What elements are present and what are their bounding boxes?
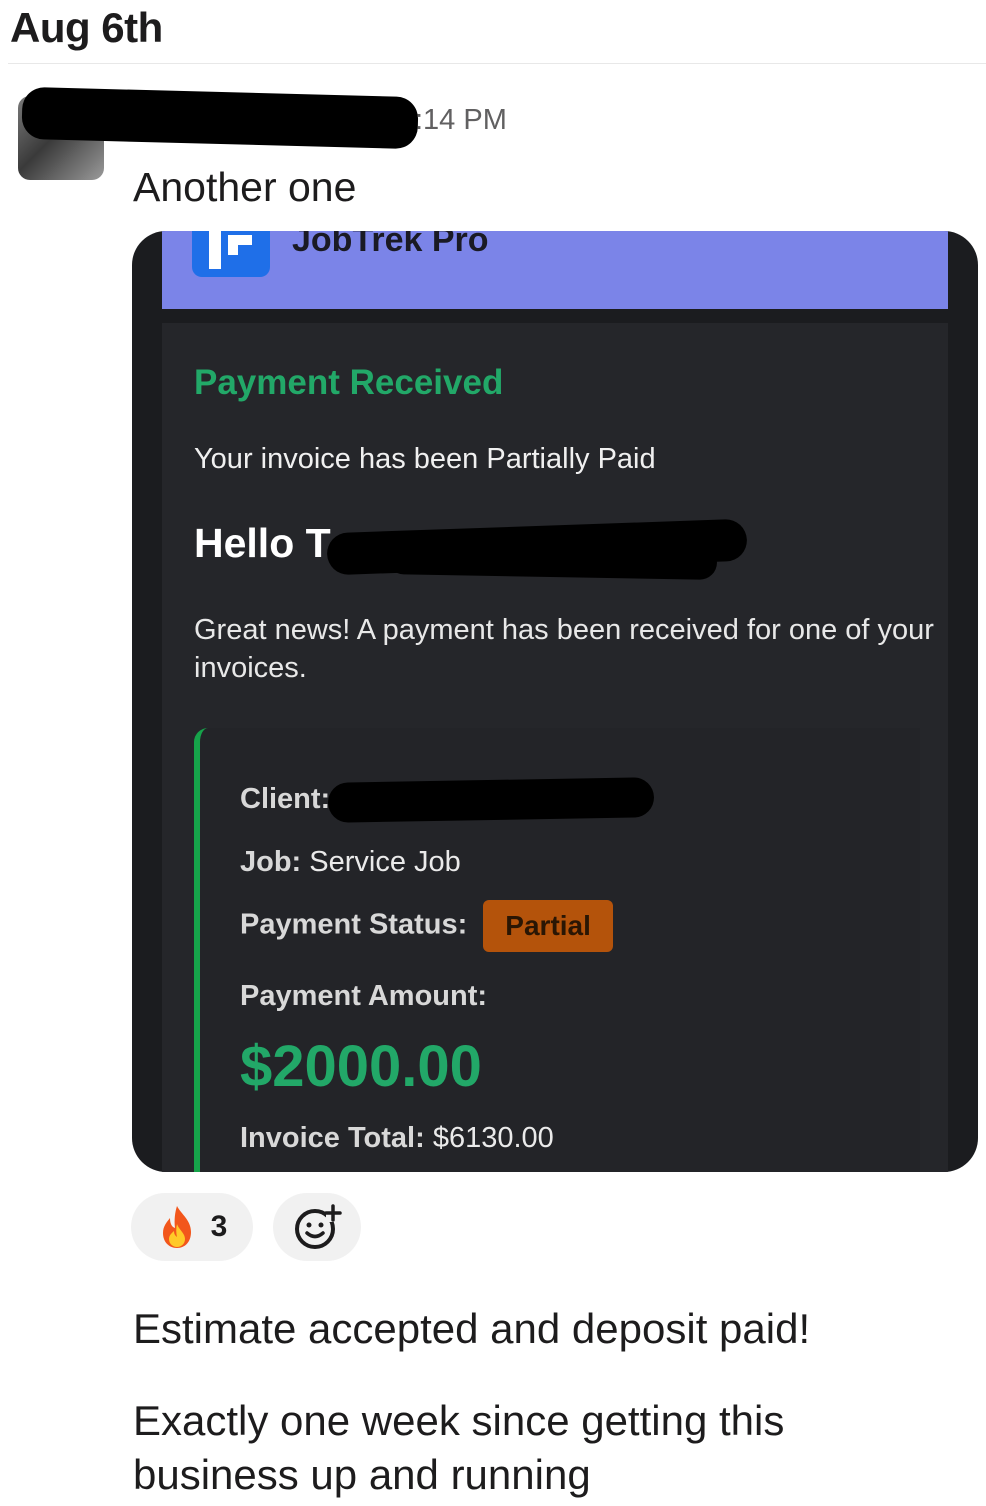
email-body: Payment Received Your invoice has been P…: [162, 323, 948, 1172]
followup-message-1: Estimate accepted and deposit paid!: [133, 1305, 811, 1352]
total-row: Invoice Total: $6130.00: [240, 1122, 554, 1155]
payment-amount: $2000.00: [240, 1034, 482, 1099]
redacted-client: [327, 777, 655, 823]
message-text: Another one: [133, 164, 357, 210]
followup-message-2: Exactly one week since getting this busi…: [133, 1397, 785, 1498]
fire-icon: [162, 1206, 191, 1248]
greeting: Hello T: [194, 520, 331, 566]
amount-label-row: Payment Amount:: [240, 980, 487, 1013]
client-row: Client:: [240, 783, 330, 816]
payment-heading: Payment Received: [194, 363, 504, 402]
total-label: Invoice Total:: [240, 1122, 425, 1154]
date-header: Aug 6th: [10, 4, 163, 51]
add-reaction-button[interactable]: [273, 1193, 361, 1261]
status-row: Payment Status: Partial: [240, 900, 613, 952]
add-emoji-icon: [295, 1204, 342, 1249]
redacted-name-scribble: [386, 540, 718, 580]
email-header-banner: JobTrek Pro: [162, 231, 948, 309]
job-label: Job:: [240, 846, 302, 878]
payment-details-card: Client: Job: Service Job Payment Status:…: [194, 728, 920, 1172]
message-timestamp[interactable]: :14 PM: [415, 104, 507, 137]
jobtrek-logo-icon: [192, 231, 270, 277]
total-value: $6130.00: [432, 1122, 554, 1154]
attached-screenshot[interactable]: JobTrek Pro Payment Received Your invoic…: [132, 231, 978, 1172]
date-divider: [8, 63, 986, 64]
status-label: Payment Status:: [240, 908, 468, 941]
job-row: Job: Service Job: [240, 846, 461, 879]
job-value: Service Job: [309, 846, 461, 878]
client-label: Client:: [240, 783, 331, 815]
brand-name: JobTrek Pro: [292, 231, 489, 259]
status-badge: Partial: [483, 900, 613, 952]
reaction-count: 3: [210, 1210, 228, 1243]
payment-subtitle: Your invoice has been Partially Paid: [194, 443, 656, 475]
payment-message: Great news! A payment has been received …: [194, 614, 934, 684]
redacted-username: [21, 86, 419, 150]
amount-label: Payment Amount:: [240, 980, 488, 1012]
reaction-fire[interactable]: 3: [131, 1193, 253, 1261]
